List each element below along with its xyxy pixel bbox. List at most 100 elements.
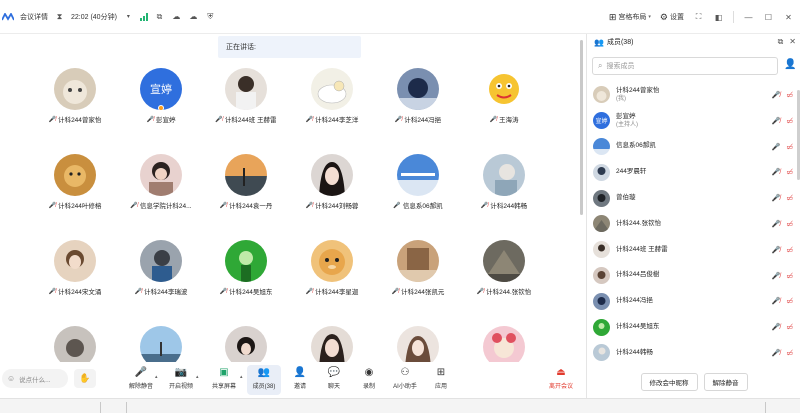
- member-row[interactable]: 计科244韩畅 🎤̸ ▭̸: [587, 340, 800, 366]
- camera-off-icon[interactable]: ▭̸: [786, 91, 793, 99]
- unmute-self-button[interactable]: 解除静音: [703, 373, 748, 391]
- member-row[interactable]: 计科244吴旭东 🎤̸ ▭̸: [587, 314, 800, 340]
- participant-grid: 🎤̸ 计科244曾家怡 宣婷 🎤̸ 彭宣婷 🎤̸ 计科244班 王赫雷 🎤̸ 计科244…: [0, 62, 580, 362]
- participant-tile[interactable]: 🎤̸ 计科244曾家怡: [32, 68, 118, 124]
- participant-tile[interactable]: 🎤̸ 计科244李瑞波: [118, 240, 204, 296]
- participant-tile[interactable]: 🎤̸ 计科244李芝洋: [289, 68, 375, 124]
- meeting-details-link[interactable]: 会议详情: [20, 12, 48, 22]
- member-row[interactable]: 曾伯璇 🎤̸ ▭̸: [587, 185, 800, 211]
- mic-off-icon[interactable]: 🎤̸: [772, 168, 781, 176]
- camera-off-icon[interactable]: ▭̸: [786, 220, 793, 228]
- member-row[interactable]: 计科244.张钦怡 🎤̸ ▭̸: [587, 211, 800, 237]
- external-link-icon[interactable]: ⧉: [154, 11, 165, 22]
- mic-off-icon[interactable]: 🎤̸: [772, 91, 781, 99]
- camera-off-icon[interactable]: ▭̸: [786, 272, 793, 280]
- mic-off-icon[interactable]: 🎤̸: [772, 323, 781, 331]
- ai-assistant-button[interactable]: ⚇ AI小助手: [388, 365, 422, 391]
- participant-tile[interactable]: 🎤̸ 计科244吴旭东: [203, 240, 289, 296]
- raise-hand-button[interactable]: ✋: [74, 369, 96, 388]
- popout-icon[interactable]: ⧉: [778, 37, 784, 47]
- camera-off-icon[interactable]: ▭̸: [786, 117, 793, 125]
- chevron-up-icon[interactable]: ▴: [196, 374, 199, 380]
- member-row[interactable]: 244罗晨轩 🎤̸ ▭̸: [587, 159, 800, 185]
- participant-tile[interactable]: 🎤̸ 计科244韩畅: [461, 154, 547, 210]
- mic-on-icon[interactable]: 🎤: [772, 143, 781, 151]
- camera-off-icon[interactable]: ▭̸: [786, 349, 793, 357]
- mic-off-icon[interactable]: 🎤̸: [772, 194, 781, 202]
- grid-scrollbar[interactable]: [580, 40, 583, 215]
- participant-tile[interactable]: 🎤̸ 计科244班 王赫雷: [203, 68, 289, 124]
- cloud-upload-icon[interactable]: ☁: [188, 11, 199, 22]
- signal-icon[interactable]: [139, 12, 148, 21]
- camera-off-icon[interactable]: ▭̸: [786, 246, 793, 254]
- participant-tile[interactable]: 🎤̸ 计科244宋文涌: [32, 240, 118, 296]
- fullscreen-icon[interactable]: ⛶: [693, 12, 704, 23]
- participant-tile[interactable]: 🎤̸ 计科244刘畅蓉: [289, 154, 375, 210]
- participant-tile[interactable]: 🎤̸ 计科244袁一丹: [203, 154, 289, 210]
- mic-off-icon[interactable]: 🎤̸: [772, 297, 781, 305]
- participant-tile[interactable]: 🎤̸ 信息学院计科24...: [118, 154, 204, 210]
- close-icon[interactable]: ✕: [783, 12, 794, 23]
- participant-tile[interactable]: 🎤 信息系06郝凯: [375, 154, 461, 210]
- layout-button[interactable]: ⊞ 宫格布局 ▾: [609, 12, 651, 23]
- member-search-input[interactable]: ⌕ 搜索成员: [592, 57, 778, 75]
- member-row[interactable]: 计科244吕俊樹 🎤̸ ▭̸: [587, 263, 800, 289]
- close-icon[interactable]: ✕: [789, 37, 796, 47]
- participant-tile[interactable]: [32, 326, 118, 362]
- camera-off-icon[interactable]: ▭̸: [786, 323, 793, 331]
- rename-button[interactable]: 修改会中昵称: [640, 373, 698, 391]
- meeting-time[interactable]: 22:02 (40分钟): [71, 12, 117, 22]
- mic-off-icon[interactable]: 🎤̸: [772, 246, 781, 254]
- members-button[interactable]: 👥 成员(38): [247, 365, 281, 395]
- member-row[interactable]: 计科244冯挹 🎤̸ ▭̸: [587, 288, 800, 314]
- invite-button[interactable]: 👤 邀请: [283, 365, 317, 391]
- participant-tile[interactable]: 🎤̸ 计科244李星迦: [289, 240, 375, 296]
- camera-off-icon[interactable]: ▭̸: [786, 143, 793, 151]
- participant-tile[interactable]: 🎤̸ 计科244张凯元: [375, 240, 461, 296]
- start-video-button[interactable]: 📷 开启视频: [164, 365, 198, 391]
- participant-tile[interactable]: [118, 326, 204, 362]
- mic-off-icon[interactable]: 🎤̸: [772, 220, 781, 228]
- participant-tile[interactable]: 🎤̸ 计科244.张钦怡: [461, 240, 547, 296]
- member-row[interactable]: 计科244班 王赫雷 🎤̸ ▭̸: [587, 237, 800, 263]
- avatar: [483, 326, 525, 362]
- member-row[interactable]: 宣婷 彭宣婷 (主持人) 🎤̸ ▭̸: [587, 108, 800, 134]
- participant-tile[interactable]: 🎤̸ 计科244叶修榕: [32, 154, 118, 210]
- apps-button[interactable]: ⊞ 应用: [424, 365, 458, 391]
- chevron-down-icon[interactable]: ▾: [123, 11, 134, 22]
- minimize-icon[interactable]: —: [743, 12, 754, 23]
- chat-button[interactable]: 💬 聊天: [317, 365, 351, 391]
- chevron-up-icon[interactable]: ▴: [155, 374, 158, 380]
- invite-member-icon[interactable]: 👤: [784, 59, 796, 70]
- leave-meeting-button[interactable]: ⏏ 离开会议: [544, 365, 578, 391]
- chat-icon: 💬: [327, 366, 341, 378]
- mic-off-icon[interactable]: 🎤̸: [772, 272, 781, 280]
- participant-tile[interactable]: [461, 326, 547, 362]
- maximize-icon[interactable]: ☐: [763, 12, 774, 23]
- settings-button[interactable]: ⚙ 设置: [660, 12, 684, 23]
- camera-off-icon[interactable]: ▭̸: [786, 168, 793, 176]
- unmute-button[interactable]: 🎤 解除静音: [124, 365, 158, 391]
- mic-off-icon: 🎤̸: [305, 202, 314, 209]
- member-row[interactable]: 信息系06郝凯 🎤 ▭̸: [587, 134, 800, 160]
- member-row[interactable]: 计科244曾家怡 (我) 🎤̸ ▭̸: [587, 82, 800, 108]
- mic-off-icon[interactable]: 🎤̸: [772, 117, 781, 125]
- cloud-icon[interactable]: ☁: [171, 11, 182, 22]
- chevron-up-icon[interactable]: ▴: [240, 374, 243, 380]
- mic-off-icon[interactable]: 🎤̸: [772, 349, 781, 357]
- invite-icon: 👤: [293, 366, 307, 378]
- camera-off-icon[interactable]: ▭̸: [786, 297, 793, 305]
- participant-tile[interactable]: [375, 326, 461, 362]
- divider: [100, 402, 101, 413]
- participant-tile[interactable]: 🎤̸ 计科244冯挹: [375, 68, 461, 124]
- record-button[interactable]: ◉ 录制: [352, 365, 386, 391]
- sidebar-toggle-icon[interactable]: ◧: [713, 12, 724, 23]
- share-screen-button[interactable]: ▣ 共享屏幕: [207, 365, 241, 391]
- say-something-input[interactable]: ☺ 说点什么...: [2, 369, 68, 388]
- participant-tile[interactable]: 🎤̸ 王海涛: [461, 68, 547, 124]
- participant-tile[interactable]: [289, 326, 375, 362]
- participant-tile[interactable]: 宣婷 🎤̸ 彭宣婷: [118, 68, 204, 124]
- participant-tile[interactable]: [203, 326, 289, 362]
- camera-off-icon[interactable]: ▭̸: [786, 194, 793, 202]
- security-icon[interactable]: ⛨: [205, 11, 216, 22]
